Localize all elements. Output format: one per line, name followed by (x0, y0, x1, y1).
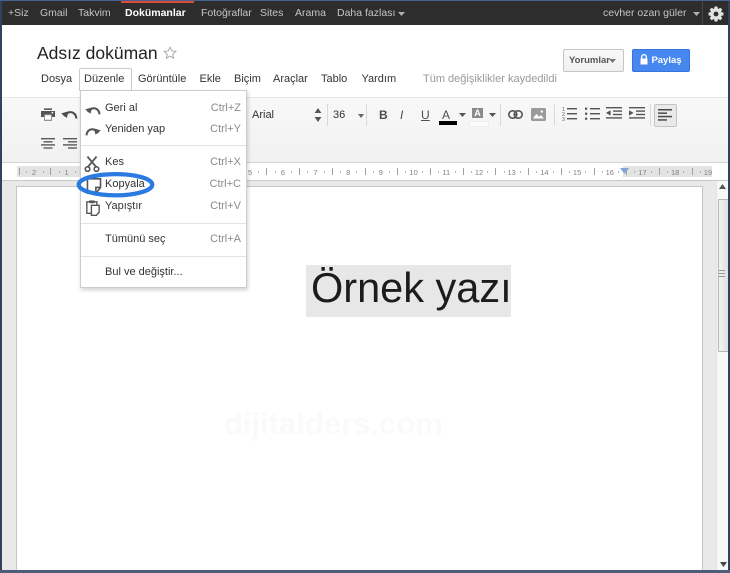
svg-text:3: 3 (562, 117, 565, 121)
